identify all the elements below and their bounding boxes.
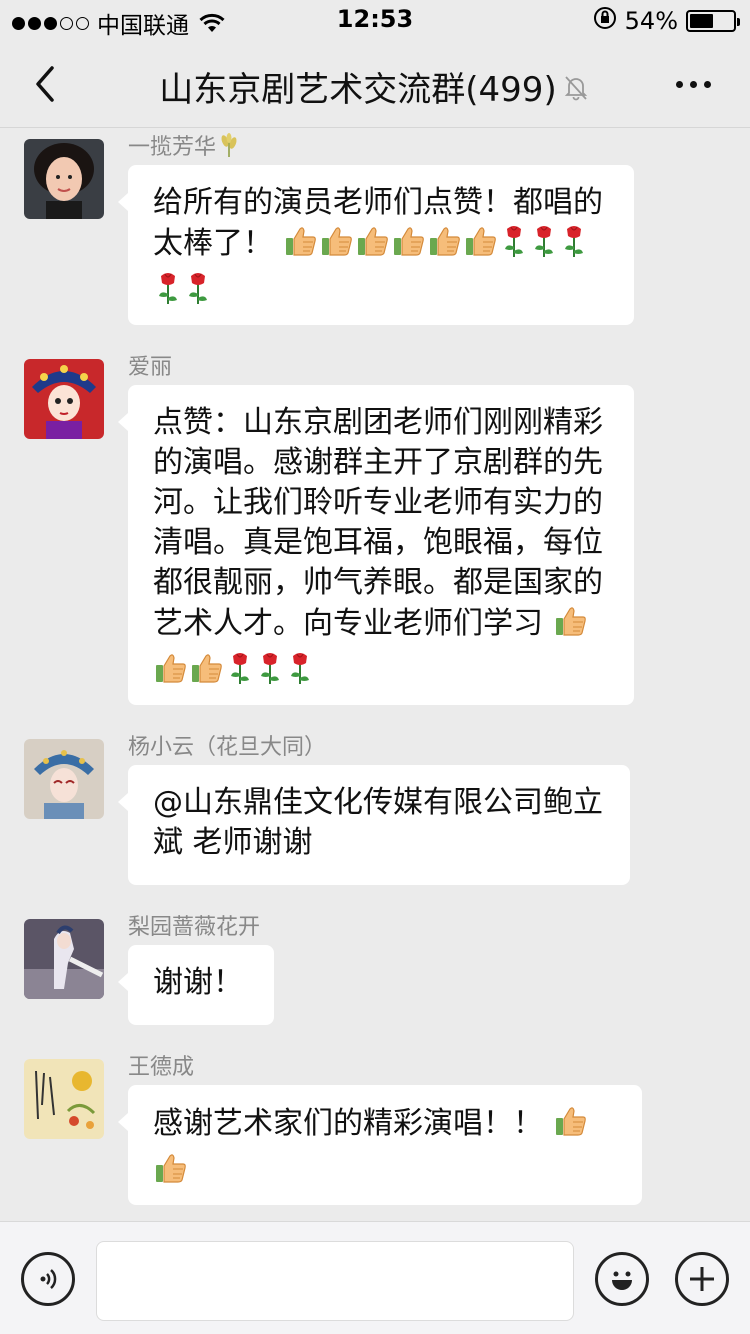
group-title: 山东京剧艺术交流群(499) [159, 70, 557, 110]
plus-button[interactable] [675, 1252, 729, 1306]
thumbs-up-icon [553, 603, 589, 650]
message-item: 杨小云（花旦大同） @山东鼎佳文化传媒有限公司鲍立斌 老师谢谢 [24, 729, 724, 889]
plus-icon [690, 1267, 714, 1291]
more-dot [676, 80, 683, 88]
more-button[interactable] [676, 72, 720, 96]
thumbs-up-icon [283, 223, 319, 270]
input-bar [0, 1221, 750, 1334]
page-title: 山东京剧艺术交流群(499) [0, 62, 750, 112]
thumbs-up-icon [427, 223, 463, 270]
nav-bar: 山东京剧艺术交流群(499) [0, 40, 750, 128]
more-dot [690, 80, 697, 88]
avatar[interactable] [24, 1059, 104, 1139]
thumbs-up-icon [153, 1150, 189, 1197]
sender-name: 一揽芳华 [128, 129, 239, 163]
message-bubble[interactable]: 谢谢！ [118, 945, 274, 1025]
rose-icon [499, 223, 529, 270]
bell-off-icon [561, 72, 591, 112]
avatar[interactable] [24, 739, 104, 819]
status-right: 54% [593, 6, 740, 36]
status-bar: 中国联通 12:53 54% [0, 0, 750, 40]
chat-message-list[interactable]: 一揽芳华 给所有的演员老师们点赞！都唱的太棒了！ 爱丽 点赞：山东京剧团老师们刚… [0, 129, 750, 1221]
sender-name: 王德成 [128, 1055, 195, 1080]
rose-icon [225, 650, 255, 697]
sender-name: 杨小云（花旦大同） [128, 735, 327, 760]
emoji-button[interactable] [595, 1252, 649, 1306]
thumbs-up-icon [153, 650, 189, 697]
sender-name-text: 一揽芳华 [128, 135, 217, 160]
rose-icon [529, 223, 559, 270]
message-text: 谢谢！ [153, 965, 243, 1000]
thumbs-up-icon [189, 650, 225, 697]
thumbs-up-icon [391, 223, 427, 270]
avatar[interactable] [24, 139, 104, 219]
message-bubble[interactable]: 感谢艺术家们的精彩演唱！！ [118, 1085, 642, 1205]
thumbs-up-icon [319, 223, 355, 270]
rice-icon [219, 133, 239, 163]
message-item: 王德成 感谢艺术家们的精彩演唱！！ [24, 1049, 724, 1209]
more-dot [704, 80, 711, 88]
voice-icon [40, 1269, 57, 1289]
rose-icon [559, 223, 589, 270]
message-text: 点赞：山东京剧团老师们刚刚精彩的演唱。感谢群主开了京剧群的先河。让我们聆听专业老… [153, 405, 603, 641]
thumbs-up-icon [463, 223, 499, 270]
message-bubble[interactable]: 给所有的演员老师们点赞！都唱的太棒了！ [118, 165, 634, 325]
sender-name: 梨园蔷薇花开 [128, 915, 261, 940]
rose-icon [255, 650, 285, 697]
message-item: 梨园蔷薇花开 谢谢！ [24, 909, 724, 1029]
thumbs-up-icon [553, 1103, 589, 1150]
emoji-icon [612, 1271, 632, 1290]
message-text: 感谢艺术家们的精彩演唱！！ [153, 1106, 543, 1141]
message-bubble[interactable]: 点赞：山东京剧团老师们刚刚精彩的演唱。感谢群主开了京剧群的先河。让我们聆听专业老… [118, 385, 634, 705]
message-bubble[interactable]: @山东鼎佳文化传媒有限公司鲍立斌 老师谢谢 [118, 765, 630, 885]
rose-icon [183, 270, 213, 317]
battery-percent: 54% [624, 7, 678, 35]
message-item: 一揽芳华 给所有的演员老师们点赞！都唱的太棒了！ [24, 129, 724, 329]
sender-name: 爱丽 [128, 355, 173, 380]
rose-icon [153, 270, 183, 317]
rotation-lock-icon [593, 6, 617, 36]
avatar[interactable] [24, 919, 104, 999]
avatar[interactable] [24, 359, 104, 439]
thumbs-up-icon [355, 223, 391, 270]
rose-icon [285, 650, 315, 697]
battery-icon [686, 10, 740, 32]
message-item: 爱丽 点赞：山东京剧团老师们刚刚精彩的演唱。感谢群主开了京剧群的先河。让我们聆听… [24, 349, 724, 709]
message-text: @山东鼎佳文化传媒有限公司鲍立斌 老师谢谢 [153, 785, 603, 860]
voice-button[interactable] [21, 1252, 75, 1306]
message-input[interactable] [96, 1241, 574, 1321]
